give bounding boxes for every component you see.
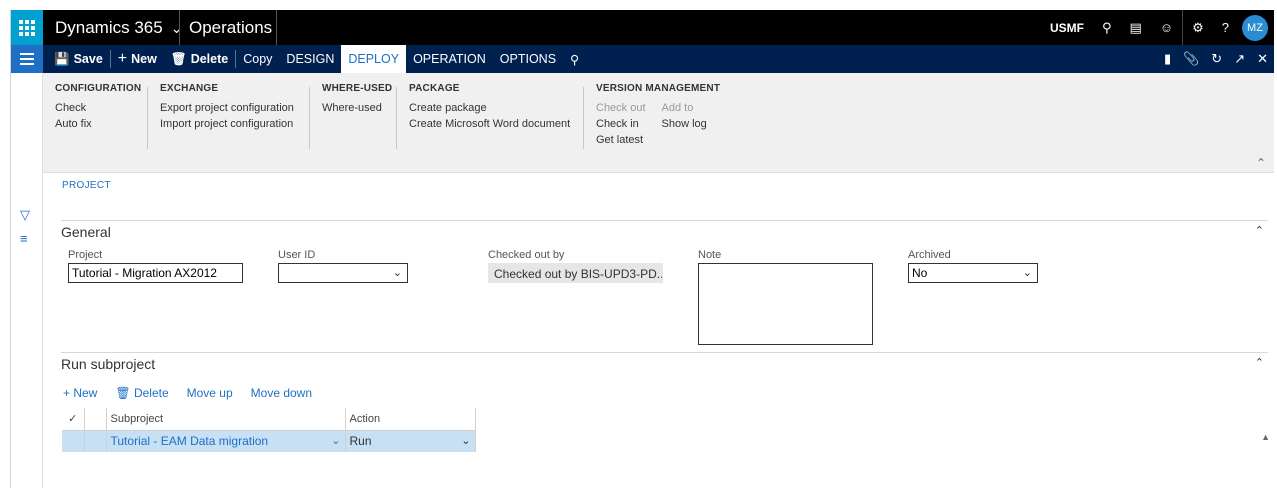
save-button[interactable]: 💾 Save [47, 45, 110, 73]
note-textarea[interactable] [698, 263, 873, 345]
ribbon: CONFIGURATION Check Auto fix EXCHANGE Ex… [43, 73, 1274, 173]
create-package-button[interactable]: Create package [409, 100, 570, 116]
show-log-button[interactable]: Show log [662, 116, 707, 132]
add-to-button[interactable]: Add to [662, 100, 707, 116]
list-icon[interactable]: ≡ [20, 231, 28, 246]
page-title: PROJECT [62, 180, 111, 191]
grid-toolbar: + New 🗑 Delete Move up Move down [63, 386, 312, 400]
brand-menu[interactable]: Dynamics 365 ⌄ [55, 18, 182, 38]
company-picker[interactable]: USMF [1041, 21, 1093, 35]
project-input[interactable]: Tutorial - Migration AX2012 [68, 263, 243, 283]
ribbon-group-where-used: WHERE-USED Where-used [322, 83, 393, 116]
chevron-up-icon[interactable]: ⌃ [1255, 224, 1264, 237]
ribbon-group-package: PACKAGE Create package Create Microsoft … [409, 83, 571, 132]
checked-out-by-value: Checked out by BIS-UPD3-PD... [488, 263, 663, 283]
attachment-icon[interactable]: 📎 [1183, 51, 1199, 67]
subproject-grid: ✓ Subproject Action Tutorial - EAM Data … [62, 408, 476, 452]
new-button[interactable]: + New [111, 45, 164, 73]
chevron-down-icon: ⌄ [1022, 267, 1032, 279]
chevron-down-icon: ⌄ [461, 435, 471, 448]
help-icon[interactable]: ? [1213, 20, 1238, 35]
open-new-window-icon[interactable]: ↗ [1234, 51, 1245, 67]
archived-field: Archived No ⌄ [908, 249, 1038, 283]
scroll-up-icon[interactable]: ▲ [1261, 432, 1270, 442]
auto-fix-button[interactable]: Auto fix [55, 116, 141, 132]
copy-button[interactable]: Copy [236, 45, 279, 73]
run-subproject-section-header[interactable]: Run subproject ⌃ [61, 352, 1268, 372]
module-title: Operations [189, 18, 273, 37]
search-icon[interactable]: ⚲ [1093, 20, 1121, 36]
action-bar: 💾 Save + New 🗑 Delete Copy DESIGN DEPLOY… [11, 45, 1274, 73]
close-icon[interactable]: ✕ [1257, 51, 1268, 67]
archived-select[interactable]: No ⌄ [908, 263, 1038, 283]
chevron-down-icon: ⌄ [331, 435, 341, 448]
ribbon-group-version-management: VERSION MANAGEMENT Check out Check in Ge… [596, 83, 721, 148]
top-right-tools: USMF ⚲ ▤ ☺ ⚙ ? MZ [1041, 10, 1274, 45]
ribbon-group-exchange: EXCHANGE Export project configuration Im… [160, 83, 294, 132]
trash-icon: 🗑 [115, 386, 134, 400]
move-down-button[interactable]: Move down [251, 386, 312, 400]
top-bar: Dynamics 365 ⌄ Operations USMF ⚲ ▤ ☺ ⚙ ?… [11, 10, 1274, 45]
left-nav-pane: ▽ ≡ [11, 73, 43, 488]
plus-icon: + [63, 386, 74, 400]
tab-deploy[interactable]: DEPLOY [341, 45, 407, 73]
filter-icon[interactable]: ▽ [20, 207, 30, 223]
message-icon[interactable]: ▤ [1121, 20, 1151, 36]
app-launcher-button[interactable] [11, 10, 43, 45]
waffle-icon [19, 19, 35, 36]
navigation-menu-button[interactable] [11, 45, 43, 73]
check-in-button[interactable]: Check in [596, 116, 646, 132]
search-icon[interactable]: ⚲ [563, 45, 586, 73]
ribbon-group-configuration: CONFIGURATION Check Auto fix [55, 83, 142, 132]
export-project-configuration-button[interactable]: Export project configuration [160, 100, 294, 116]
main-content: PROJECT General ⌃ Project Tutorial - Mig… [43, 174, 1274, 488]
refresh-icon[interactable]: ↻ [1211, 51, 1222, 67]
action-bar-right-tools: ▮ 📎 ↻ ↗ ✕ [1164, 45, 1268, 73]
tab-options[interactable]: OPTIONS [493, 45, 563, 73]
check-out-button[interactable]: Check out [596, 100, 646, 116]
table-row[interactable]: Tutorial - EAM Data migration ⌄ Run ⌄ [62, 430, 476, 452]
trash-icon: 🗑 [170, 51, 187, 66]
collapse-ribbon-icon[interactable]: ⌃ [1256, 156, 1266, 170]
delete-button[interactable]: 🗑 Delete [164, 45, 235, 73]
grid-new-button[interactable]: + New [63, 386, 97, 400]
avatar[interactable]: MZ [1242, 14, 1268, 41]
import-project-configuration-button[interactable]: Import project configuration [160, 116, 294, 132]
office-icon[interactable]: ▮ [1164, 51, 1171, 67]
project-field: Project Tutorial - Migration AX2012 [68, 249, 243, 283]
move-up-button[interactable]: Move up [187, 386, 233, 400]
get-latest-button[interactable]: Get latest [596, 132, 646, 148]
create-word-document-button[interactable]: Create Microsoft Word document [409, 116, 570, 132]
feedback-smiley-icon[interactable]: ☺ [1151, 20, 1182, 35]
brand-title: Dynamics 365 [55, 18, 163, 37]
userid-select[interactable]: ⌄ [278, 263, 408, 283]
userid-field: User ID ⌄ [278, 249, 408, 283]
plus-icon: + [117, 50, 128, 67]
chevron-up-icon[interactable]: ⌃ [1255, 356, 1264, 369]
select-all-check-icon[interactable]: ✓ [62, 408, 84, 431]
tab-operation[interactable]: OPERATION [406, 45, 493, 73]
chevron-down-icon: ⌄ [392, 267, 402, 279]
column-header-action[interactable]: Action [344, 408, 476, 431]
chevron-down-icon: ⌄ [170, 19, 183, 36]
checked-out-by-field: Checked out by Checked out by BIS-UPD3-P… [488, 249, 663, 283]
note-field: Note [698, 249, 873, 345]
grid-delete-button[interactable]: 🗑 Delete [115, 386, 168, 400]
gear-icon[interactable]: ⚙ [1183, 20, 1213, 36]
action-cell[interactable]: Run ⌄ [344, 430, 476, 452]
save-icon: 💾 [54, 51, 70, 66]
check-button[interactable]: Check [55, 100, 141, 116]
where-used-button[interactable]: Where-used [322, 100, 392, 116]
tab-design[interactable]: DESIGN [279, 45, 341, 73]
general-section-header[interactable]: General ⌃ [61, 220, 1268, 240]
column-header-subproject[interactable]: Subproject [105, 408, 345, 431]
app-frame: Dynamics 365 ⌄ Operations USMF ⚲ ▤ ☺ ⚙ ?… [10, 10, 1274, 488]
subproject-cell[interactable]: Tutorial - EAM Data migration ⌄ [105, 430, 345, 452]
